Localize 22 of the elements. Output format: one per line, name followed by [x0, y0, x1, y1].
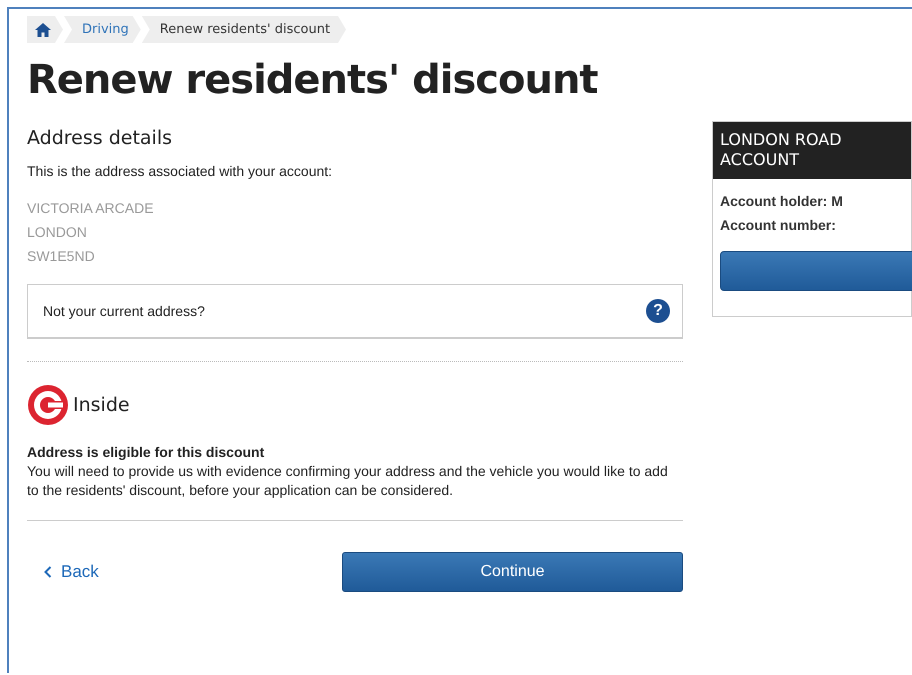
panel-title: LONDON ROAD ACCOUNT: [713, 122, 911, 179]
home-icon: [35, 22, 51, 36]
page-title: Renew residents' discount: [27, 57, 599, 103]
breadcrumb-current: Renew residents' discount: [142, 16, 346, 43]
zone-label: Inside: [73, 394, 130, 416]
address-line: SW1E5ND: [27, 247, 96, 266]
address-line: VICTORIA ARCADE: [27, 199, 155, 218]
eligibility-text: You will need to provide us with evidence confirming your address and the vehicle you would like to add to the residents' discount, before your application can be considered.: [27, 462, 669, 500]
breadcrumb-link[interactable]: Driving: [64, 16, 141, 43]
section-heading: Address details: [27, 127, 174, 149]
zone-logo-icon: [27, 384, 69, 426]
eligibility-title: Address is eligible for this discount: [27, 444, 266, 460]
address-line: LONDON: [27, 223, 88, 242]
home-link[interactable]: [27, 16, 63, 43]
account-holder: Account holder: M: [720, 192, 844, 211]
chevron-left-icon: [44, 566, 52, 578]
help-row[interactable]: Not your current address? ?: [27, 284, 683, 339]
back-link[interactable]: Back: [44, 562, 99, 582]
account-number: Account number:: [720, 216, 837, 235]
help-icon: ?: [646, 299, 670, 323]
continue-button[interactable]: Continue: [342, 552, 683, 592]
intro-text: This is the address associated with your account:: [27, 163, 334, 179]
